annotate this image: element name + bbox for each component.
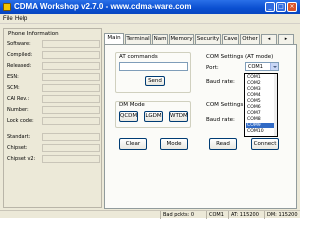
port-option[interactable]: COM4 <box>246 93 276 98</box>
info-label: Compiled: <box>7 52 33 58</box>
dropdown-scrollbar[interactable] <box>274 74 277 136</box>
info-value <box>42 51 100 59</box>
tab-scroll-left[interactable]: ◂ <box>261 34 277 44</box>
info-row-standart: Standart: <box>7 133 101 141</box>
port-option[interactable]: COM6 <box>246 105 276 110</box>
info-label: Chipset: <box>7 145 28 151</box>
window-title: CDMA Workshop v2.7.0 - www.cdma-ware.com <box>14 2 192 11</box>
status-dm-baud: DM: 115200 <box>264 211 300 219</box>
mode-button[interactable]: Mode <box>160 138 188 150</box>
menu-file[interactable]: File <box>3 16 13 22</box>
port-select-value: COM1 <box>248 64 263 70</box>
tab-scroll-right[interactable]: ▸ <box>278 34 294 44</box>
info-row-chipset: Chipset: <box>7 144 101 152</box>
baud-rate-label: Baud rate: <box>206 79 235 85</box>
port-option[interactable]: COM3 <box>246 87 276 92</box>
com-settings-dm-label: COM Settings <box>206 102 244 108</box>
status-at-baud: AT: 115200 <box>228 211 264 219</box>
at-commands-label: AT commands <box>119 54 158 60</box>
info-label: Number: <box>7 107 29 113</box>
info-row-chipset-v2: Chipset v2: <box>7 155 101 163</box>
at-command-input[interactable] <box>119 62 188 71</box>
port-option[interactable]: COM8 <box>246 117 276 122</box>
port-option[interactable]: COM7 <box>246 111 276 116</box>
qcdm-button[interactable]: QCDM <box>119 111 138 122</box>
info-label: SCM: <box>7 85 20 91</box>
port-option[interactable]: COM1 <box>246 75 276 80</box>
info-value <box>42 62 100 70</box>
connect-button[interactable]: Connect <box>251 138 279 150</box>
menu-bar: File Help <box>0 14 300 24</box>
port-label: Port: <box>206 65 219 71</box>
port-dropdown-list[interactable]: COM1 COM2 COM3 COM4 COM5 COM6 COM7 COM8 … <box>244 73 278 137</box>
tab-nam[interactable]: Nam <box>152 34 168 44</box>
tab-other[interactable]: Other <box>240 34 260 44</box>
port-select[interactable]: COM1 <box>245 62 279 71</box>
info-value <box>42 117 100 125</box>
lgdm-button[interactable]: LGDM <box>144 111 163 122</box>
info-label: Released: <box>7 63 32 69</box>
minimize-button[interactable]: _ <box>265 2 275 12</box>
tab-main[interactable]: Main <box>104 33 124 44</box>
info-value <box>42 84 100 92</box>
info-label: Standart: <box>7 134 31 140</box>
info-label: Software: <box>7 41 31 47</box>
info-row-number: Number: <box>7 106 101 114</box>
port-option[interactable]: COM10 <box>246 129 276 134</box>
info-row-software: Software: <box>7 40 101 48</box>
wtdm-button[interactable]: WTDM <box>169 111 188 122</box>
chevron-down-icon[interactable] <box>270 63 278 70</box>
info-row-cai-rev: CAI Rev.: <box>7 95 101 103</box>
info-row-lock-code: Lock code: <box>7 117 101 125</box>
close-button[interactable]: × <box>287 2 297 12</box>
tab-cave[interactable]: Cave <box>222 34 239 44</box>
read-button[interactable]: Read <box>209 138 237 150</box>
port-option[interactable]: COM5 <box>246 99 276 104</box>
tab-memory[interactable]: Memory <box>169 34 194 44</box>
tab-terminal[interactable]: Terminal <box>125 34 151 44</box>
menu-help[interactable]: Help <box>15 16 27 22</box>
info-value <box>42 144 100 152</box>
com-settings-at-label: COM Settings (AT mode) <box>206 54 274 60</box>
clear-button[interactable]: Clear <box>119 138 147 150</box>
title-bar[interactable]: CDMA Workshop v2.7.0 - www.cdma-ware.com… <box>0 0 300 14</box>
info-label: ESN: <box>7 74 19 80</box>
tab-security[interactable]: Security <box>195 34 221 44</box>
info-value <box>42 133 100 141</box>
app-icon <box>3 3 11 11</box>
info-row-released: Released: <box>7 62 101 70</box>
baud-rate-dm-label: Baud rate: <box>206 117 235 123</box>
info-row-compiled: Compiled: <box>7 51 101 59</box>
dm-mode-label: DM Mode <box>119 102 145 108</box>
phone-information-panel: Phone Information Software: Compiled: Re… <box>3 28 102 208</box>
status-bar: Bad pckts: 0 COM1 AT: 115200 DM: 115200 <box>0 210 300 219</box>
info-label: CAI Rev.: <box>7 96 30 102</box>
send-button[interactable]: Send <box>145 76 165 86</box>
info-value <box>42 40 100 48</box>
info-row-scm: SCM: <box>7 84 101 92</box>
app-window: CDMA Workshop v2.7.0 - www.cdma-ware.com… <box>0 0 300 219</box>
info-value <box>42 73 100 81</box>
info-value <box>42 106 100 114</box>
info-row-esn: ESN: <box>7 73 101 81</box>
info-label: Lock code: <box>7 118 34 124</box>
phone-information-title: Phone Information <box>8 31 59 37</box>
status-bad-packets: Bad pckts: 0 <box>160 211 206 219</box>
info-value <box>42 155 100 163</box>
info-label: Chipset v2: <box>7 156 36 162</box>
info-value <box>42 95 100 103</box>
port-option[interactable]: COM2 <box>246 81 276 86</box>
status-com-port: COM1 <box>206 211 228 219</box>
port-option-selected[interactable]: COM9 <box>246 123 276 128</box>
maximize-button[interactable]: □ <box>276 2 286 12</box>
